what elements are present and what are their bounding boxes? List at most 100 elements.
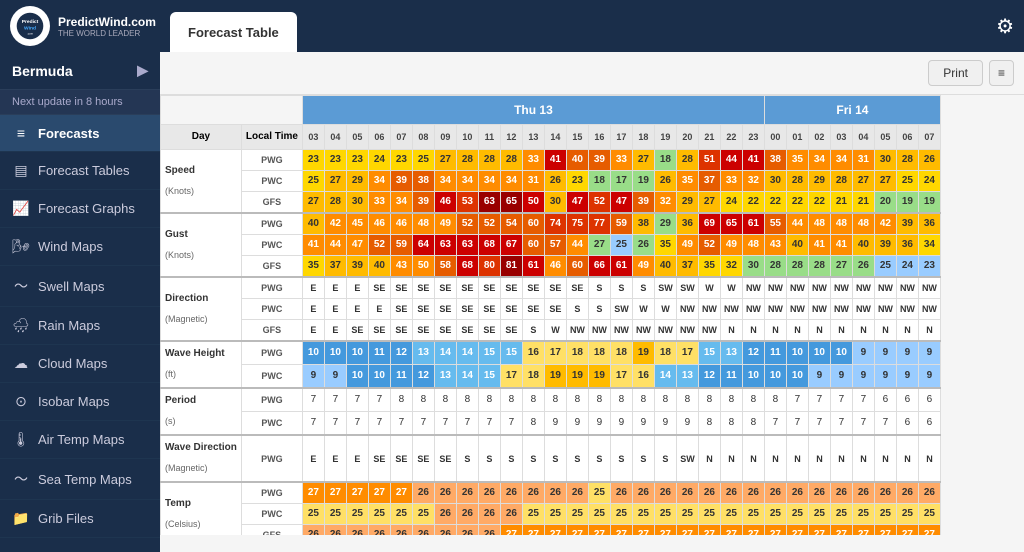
data-cell: 18	[566, 341, 588, 365]
time-07b: 07	[918, 125, 940, 150]
data-cell: 26	[918, 150, 940, 171]
data-cell: 7	[874, 412, 896, 436]
data-cell: 41	[808, 235, 830, 256]
sidebar-item-rain-maps[interactable]: 🌧 Rain Maps	[0, 307, 160, 345]
data-cell: 27	[302, 192, 324, 214]
location-row[interactable]: Bermuda ▶	[0, 52, 160, 90]
rain-maps-icon: 🌧	[12, 317, 30, 334]
data-cell: 6	[896, 388, 918, 412]
data-cell: SE	[500, 320, 522, 342]
data-cell: 47	[566, 192, 588, 214]
menu-button[interactable]: ≡	[989, 60, 1014, 86]
sidebar-item-swell-maps[interactable]: 〜 Swell Maps	[0, 266, 160, 307]
data-cell: 7	[852, 412, 874, 436]
data-cell: 59	[610, 213, 632, 235]
data-cell: 60	[522, 235, 544, 256]
data-cell: 26	[786, 482, 808, 504]
sidebar-item-forecasts[interactable]: ≡ Forecasts	[0, 115, 160, 152]
data-cell: SE	[566, 277, 588, 299]
data-cell: 7	[368, 412, 390, 436]
data-cell: 26	[412, 482, 434, 504]
data-cell: 64	[412, 235, 434, 256]
sidebar-item-forecast-tables[interactable]: ▤ Forecast Tables	[0, 152, 160, 190]
data-cell: 10	[742, 365, 764, 389]
data-cell: N	[720, 435, 742, 482]
time-03: 03	[302, 125, 324, 150]
data-cell: 41	[830, 235, 852, 256]
data-cell: 18	[522, 365, 544, 389]
data-cell: 74	[544, 213, 566, 235]
data-cell: N	[808, 435, 830, 482]
data-cell: 29	[654, 213, 676, 235]
source-label: PWC	[241, 299, 302, 320]
table-row: Temp(Celsius)PWG272727272726262626262626…	[161, 482, 941, 504]
table-row: Period(s)PWG7777888888888888888888777766…	[161, 388, 941, 412]
data-cell: 38	[632, 213, 654, 235]
time-15: 15	[566, 125, 588, 150]
data-cell: 35	[302, 256, 324, 278]
data-cell: N	[786, 320, 808, 342]
data-cell: 8	[434, 388, 456, 412]
data-cell: N	[764, 320, 786, 342]
forecast-tables-icon: ▤	[12, 162, 30, 179]
sidebar-item-isobar-maps[interactable]: ⊙ Isobar Maps	[0, 383, 160, 421]
data-cell: 8	[500, 388, 522, 412]
forecast-table-tab[interactable]: Forecast Table	[170, 12, 297, 52]
data-cell: 23	[390, 150, 412, 171]
logo-icon: Predict Wind .com	[10, 6, 50, 46]
data-cell: SE	[434, 277, 456, 299]
sidebar-item-sea-temp-maps[interactable]: 〜 Sea Temp Maps	[0, 459, 160, 500]
data-cell: SW	[654, 277, 676, 299]
sidebar-item-forecast-graphs[interactable]: 📈 Forecast Graphs	[0, 190, 160, 228]
forecasts-icon: ≡	[12, 125, 30, 141]
data-cell: 33	[720, 171, 742, 192]
data-cell: 39	[896, 213, 918, 235]
day-header-row: Thu 13 Fri 14	[161, 96, 941, 125]
data-cell: 27	[852, 171, 874, 192]
data-cell: NW	[808, 299, 830, 320]
sidebar-item-label: Wind Maps	[38, 239, 103, 254]
data-cell: 18	[654, 150, 676, 171]
sidebar-item-air-temp-maps[interactable]: 🌡 Air Temp Maps	[0, 421, 160, 459]
data-cell: NW	[676, 320, 698, 342]
print-button[interactable]: Print	[928, 60, 983, 86]
data-cell: 25	[720, 504, 742, 525]
sidebar-item-cloud-maps[interactable]: ☁ Cloud Maps	[0, 345, 160, 383]
section-label: Gust(Knots)	[161, 213, 242, 277]
data-cell: 44	[324, 235, 346, 256]
source-label: PWG	[241, 482, 302, 504]
table-row: Gust(Knots)PWG40424546464849525254607475…	[161, 213, 941, 235]
data-cell: 29	[676, 192, 698, 214]
data-cell: SE	[500, 277, 522, 299]
data-cell: 22	[742, 192, 764, 214]
data-cell: SE	[412, 299, 434, 320]
data-cell: 9	[632, 412, 654, 436]
data-cell: SE	[500, 299, 522, 320]
data-cell: 28	[478, 150, 500, 171]
data-cell: 13	[720, 341, 742, 365]
time-06: 06	[368, 125, 390, 150]
data-cell: 19	[632, 171, 654, 192]
sidebar-item-grib-files[interactable]: 📁 Grib Files	[0, 500, 160, 538]
location-chevron[interactable]: ▶	[137, 62, 148, 79]
data-cell: 28	[676, 150, 698, 171]
data-cell: 30	[874, 150, 896, 171]
table-row: GFS2626262626262626262727272727272727272…	[161, 525, 941, 536]
data-cell: 27	[720, 525, 742, 536]
data-cell: 26	[522, 482, 544, 504]
gear-icon[interactable]: ⚙	[996, 14, 1014, 39]
data-cell: 37	[676, 256, 698, 278]
data-cell: 60	[566, 256, 588, 278]
sidebar-item-wind-maps[interactable]: 🌬 Wind Maps	[0, 228, 160, 266]
data-cell: 80	[478, 256, 500, 278]
data-cell: 47	[346, 235, 368, 256]
data-cell: 26	[566, 482, 588, 504]
main-content: Print ≡ Thu 13 Fri 14 Day Local Time 03 …	[160, 52, 1024, 552]
data-cell: 25	[874, 504, 896, 525]
table-row: GFS3537394043505868808161466066614940373…	[161, 256, 941, 278]
sidebar-item-label: Grib Files	[38, 511, 94, 526]
data-cell: 17	[610, 365, 632, 389]
data-cell: 26	[478, 504, 500, 525]
data-cell: 68	[456, 256, 478, 278]
main-topbar: Print ≡	[160, 52, 1024, 95]
